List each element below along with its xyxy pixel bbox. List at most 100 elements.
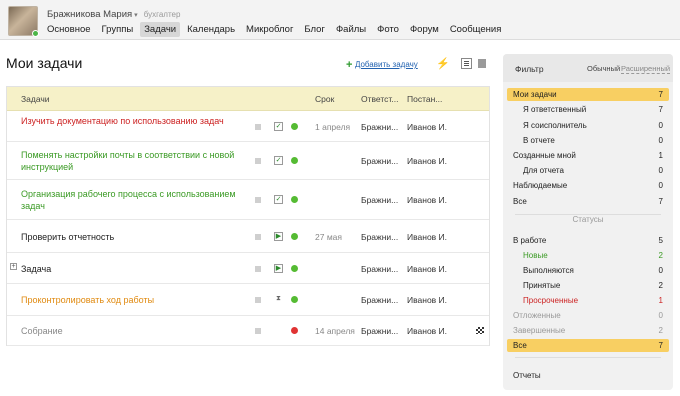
deadline-date: 27 мая (315, 232, 342, 242)
table-row: Проверить отчетность ▶ 27 мая Бражни... Иван… (7, 220, 489, 253)
creator-name[interactable]: Иванов И. (407, 156, 447, 166)
table-row: Изучить документацию по использованию за… (7, 111, 489, 142)
filter-item-label: Созданные мной (513, 151, 576, 160)
filter-item[interactable]: В отчете 0 (507, 134, 669, 147)
reports-link[interactable]: Отчеты (507, 369, 669, 382)
task-title-link[interactable]: Проверить отчетность (21, 231, 261, 243)
table-header: Задачи Срок Ответст... Постан... (7, 87, 489, 111)
status-dot-icon (291, 157, 298, 164)
priority-icon[interactable] (255, 234, 261, 240)
creator-name[interactable]: Иванов И. (407, 232, 447, 242)
add-task-label[interactable]: Добавить задачу (355, 60, 418, 69)
list-view-icon[interactable] (461, 58, 472, 69)
priority-icon[interactable] (255, 197, 261, 203)
filter-item-count: 0 (658, 121, 663, 130)
add-task-button[interactable]: + Добавить задачу (346, 59, 418, 71)
creator-name[interactable]: Иванов И. (407, 295, 447, 305)
play-icon[interactable]: ▶ (274, 264, 283, 273)
priority-icon[interactable] (255, 266, 261, 272)
task-title-link[interactable]: Организация рабочего процесса с использо… (21, 188, 261, 212)
task-title-link[interactable]: Изучить документацию по использованию за… (21, 115, 261, 127)
filter-item[interactable]: Наблюдаемые 0 (507, 179, 669, 192)
priority-icon[interactable] (255, 328, 261, 334)
chevron-down-icon[interactable]: ▾ (134, 12, 138, 19)
nav-item-9[interactable]: Сообщения (446, 22, 506, 37)
nav-item-6[interactable]: Файлы (332, 22, 370, 37)
main-nav: Основное Группы Задачи Календарь Микроблог Бл… (43, 22, 508, 37)
responsible-name[interactable]: Бражни... (361, 122, 398, 132)
filter-item[interactable]: Все 7 (507, 195, 669, 208)
waiting-icon[interactable]: ⧗ (274, 295, 283, 304)
status-filter-item[interactable]: Завершенные 2 (507, 324, 669, 337)
nav-item-0[interactable]: Основное (43, 22, 95, 37)
filter-item[interactable]: Для отчета 0 (507, 164, 669, 177)
filter-item-count: 7 (658, 105, 663, 114)
status-filter-item[interactable]: Выполняются 0 (507, 264, 669, 277)
status-filter-count: 0 (658, 266, 663, 275)
status-filter-item[interactable]: Принятые 2 (507, 279, 669, 292)
responsible-name[interactable]: Бражни... (361, 326, 398, 336)
nav-item-8[interactable]: Форум (406, 22, 443, 37)
status-filter-item[interactable]: Просроченные 1 (507, 294, 669, 307)
status-filter-item[interactable]: Отложенные 0 (507, 309, 669, 322)
priority-icon[interactable] (255, 297, 261, 303)
responsible-name[interactable]: Бражни... (361, 195, 398, 205)
creator-name[interactable]: Иванов И. (407, 195, 447, 205)
play-icon[interactable]: ▶ (274, 232, 283, 241)
status-filter-item[interactable]: В работе 5 (507, 234, 669, 247)
task-title-link[interactable]: Задача (21, 263, 261, 275)
in-progress-icon[interactable]: ✓ (274, 156, 283, 165)
grid-view-icon[interactable] (478, 59, 486, 68)
column-header-responsible[interactable]: Ответст... (361, 94, 398, 104)
deadline-date: 14 апреля (315, 326, 355, 336)
priority-icon[interactable] (255, 124, 261, 130)
status-dot-icon (291, 233, 298, 240)
creator-name[interactable]: Иванов И. (407, 264, 447, 274)
in-progress-icon[interactable]: ✓ (274, 122, 283, 131)
lightning-icon[interactable]: ⚡ (436, 57, 450, 70)
responsible-name[interactable]: Бражни... (361, 232, 398, 242)
status-filter-item[interactable]: Новые 2 (507, 249, 669, 262)
filter-header: Фильтр Обычный Расширенный (503, 54, 673, 82)
filter-item-label: Я соисполнитель (523, 121, 587, 130)
nav-item-1[interactable]: Группы (98, 22, 138, 37)
responsible-name[interactable]: Бражни... (361, 295, 398, 305)
filter-item-label: Все (513, 197, 527, 206)
filter-item[interactable]: Я соисполнитель 0 (507, 119, 669, 132)
nav-item-2[interactable]: Задачи (140, 22, 181, 37)
priority-icon[interactable] (255, 158, 261, 164)
filter-mode-normal[interactable]: Обычный (587, 64, 620, 73)
in-progress-icon[interactable]: ✓ (274, 195, 283, 204)
nav-item-3[interactable]: Календарь (183, 22, 239, 37)
status-filter-count: 0 (658, 311, 663, 320)
creator-name[interactable]: Иванов И. (407, 122, 447, 132)
responsible-name[interactable]: Бражни... (361, 156, 398, 166)
nav-item-5[interactable]: Блог (300, 22, 329, 37)
task-title-link[interactable]: Поменять настройки почты в соответствии … (21, 149, 261, 173)
task-title-link[interactable]: Собрание (21, 325, 261, 337)
nav-item-7[interactable]: Фото (373, 22, 403, 37)
filter-item[interactable]: Я ответственный 7 (507, 103, 669, 116)
responsible-name[interactable]: Бражни... (361, 264, 398, 274)
filter-item[interactable]: Созданные мной 1 (507, 149, 669, 162)
finish-flag-icon[interactable] (476, 327, 484, 334)
task-title-link[interactable]: Проконтролировать ход работы (21, 294, 261, 306)
status-filter-count: 7 (658, 341, 663, 350)
divider (515, 357, 661, 358)
status-filter-label: Отложенные (513, 311, 561, 320)
column-header-deadline[interactable]: Срок (315, 94, 334, 104)
creator-name[interactable]: Иванов И. (407, 326, 447, 336)
filter-mode-extended[interactable]: Расширенный (621, 64, 671, 74)
plus-icon: + (346, 59, 353, 71)
status-filter-item[interactable]: Все 7 (507, 339, 669, 352)
column-header-task[interactable]: Задачи (21, 94, 50, 104)
column-header-creator[interactable]: Постан... (407, 94, 442, 104)
expand-icon[interactable]: + (10, 263, 17, 270)
user-name[interactable]: Бражникова Мария (47, 9, 132, 20)
filter-item[interactable]: Мои задачи 7 (507, 88, 669, 101)
status-dot-icon (291, 327, 298, 334)
table-row: Задача + ▶ Бражни... Иванов И. (7, 253, 489, 284)
user-info: Бражникова Мария ▾ бухгалтер (47, 9, 180, 20)
status-filter-label: В работе (513, 236, 547, 245)
nav-item-4[interactable]: Микроблог (242, 22, 297, 37)
